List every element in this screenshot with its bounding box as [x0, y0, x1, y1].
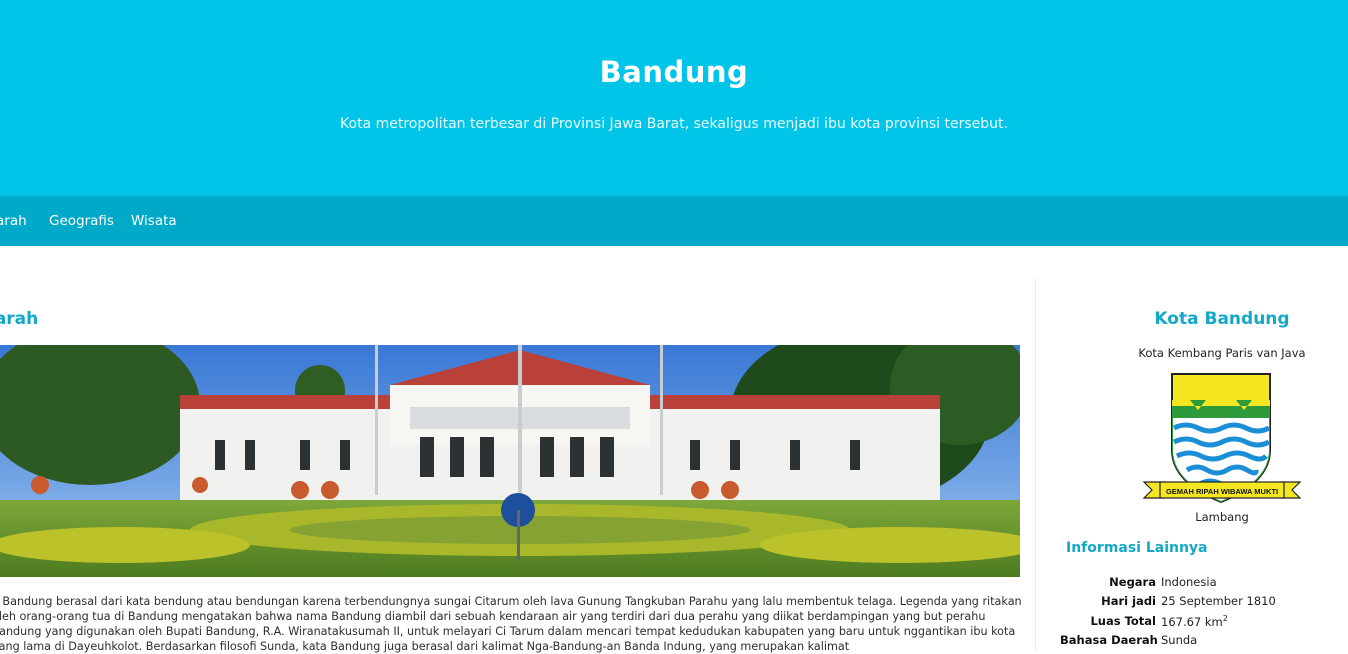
info-value: 25 September 1810 [1161, 594, 1276, 608]
hero-header: Bandung Kota metropolitan terbesar di Pr… [0, 0, 1348, 196]
info-key: Luas Total [1090, 614, 1156, 628]
page-subtitle: Kota metropolitan terbesar di Provinsi J… [340, 116, 1008, 132]
city-motto: Kota Kembang Paris van Java [1138, 346, 1306, 360]
info-heading: Informasi Lainnya [1066, 540, 1208, 556]
info-key: Negara [1109, 575, 1156, 589]
nav-link-geografis[interactable]: Geografis [49, 213, 114, 229]
info-row-hari-jadi: Hari jadi 25 September 1810 [1060, 594, 1340, 612]
main-nav: arah Geografis Wisata [0, 196, 1348, 246]
emblem-ribbon-text: GEMAH RIPAH WIBAWA MUKTI [1165, 487, 1279, 496]
info-value-superscript: 2 [1222, 614, 1228, 623]
sidebar-divider [1035, 278, 1036, 652]
emblem-caption: Lambang [1195, 510, 1249, 524]
section-title: jarah [0, 309, 39, 329]
info-key: Hari jadi [1101, 594, 1156, 608]
info-row-luas-total: Luas Total 167.67 km2 [1060, 614, 1340, 632]
gedung-sate-photo [0, 345, 1020, 577]
info-value-wrap: 167.67 km2 [1161, 614, 1228, 629]
info-value: Sunda [1161, 633, 1198, 647]
article-paragraph: a Bandung berasal dari kata bendung atau… [0, 595, 1022, 653]
city-emblem: GEMAH RIPAH WIBAWA MUKTI [1142, 370, 1302, 510]
building-image [0, 345, 1020, 577]
info-row-bahasa-daerah: Bahasa Daerah Sunda [1060, 633, 1340, 651]
info-value: Indonesia [1161, 575, 1217, 589]
page-title: Bandung [599, 55, 749, 89]
info-value: 167.67 km [1161, 614, 1223, 629]
sidebar-title: Kota Bandung [1154, 309, 1290, 329]
nav-link-wisata[interactable]: Wisata [131, 213, 177, 229]
info-row-negara: Negara Indonesia [1060, 575, 1340, 593]
nav-link-sejarah[interactable]: arah [0, 213, 27, 229]
info-key: Bahasa Daerah [1060, 633, 1158, 647]
